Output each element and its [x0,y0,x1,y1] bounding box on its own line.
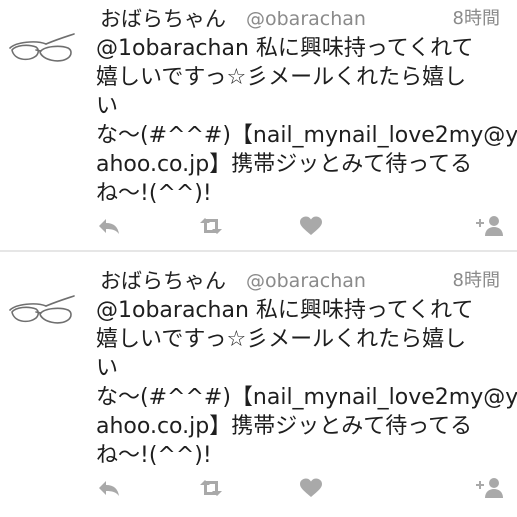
tweet-text-line: 嬉しいですっ☆彡メールくれたら嬉し [96,65,467,90]
follow-button[interactable] [473,214,505,238]
tweet-text-line: ahoo.co.jp】携帯ジッとみて待ってる [96,152,473,177]
tweet-divider [0,250,517,252]
tweet-text: @1obarachan 私に興味持ってくれて 嬉しいですっ☆彡メールくれたら嬉し… [96,34,517,208]
tweet-actions [0,470,517,506]
tweet-text-line: な〜(#^^#)【nail_mynail_love2my@y [96,385,517,410]
timeline-feed: おばらちゃん @obarachan 8時間 @1obarachan 私に興味持っ… [0,0,517,517]
user-handle[interactable]: @obarachan [246,4,366,34]
tweet-text-line: @1obarachan 私に興味持ってくれて [96,36,474,61]
like-button[interactable] [298,214,324,238]
avatar[interactable] [6,292,76,332]
reply-button[interactable] [96,214,122,238]
tweet-text: @1obarachan 私に興味持ってくれて 嬉しいですっ☆彡メールくれたら嬉し… [96,296,517,470]
display-name[interactable]: おばらちゃん [100,266,226,296]
glasses-icon [9,33,75,62]
tweet-actions [0,208,517,244]
retweet-icon [200,218,222,234]
follow-button[interactable] [473,476,505,500]
reply-button[interactable] [96,476,122,500]
tweet-timestamp[interactable]: 8時間 [453,4,500,34]
heart-icon [300,216,322,235]
tweet-text-line: @1obarachan 私に興味持ってくれて [96,298,474,323]
avatar[interactable] [6,30,76,70]
retweet-button[interactable] [198,476,224,500]
tweet-text-line: い [96,356,119,381]
reply-icon [99,481,119,496]
tweet-card[interactable]: おばらちゃん @obarachan 8時間 @1obarachan 私に興味持っ… [0,262,517,517]
tweet-card[interactable]: おばらちゃん @obarachan 8時間 @1obarachan 私に興味持っ… [0,0,517,255]
follow-user-icon [476,216,503,236]
display-name[interactable]: おばらちゃん [100,4,226,34]
retweet-button[interactable] [198,214,224,238]
tweet-text-line: ね〜!(^^)! [96,443,212,468]
tweet-header: おばらちゃん @obarachan 8時間 [100,266,510,296]
like-button[interactable] [298,476,324,500]
tweet-text-line: ahoo.co.jp】携帯ジッとみて待ってる [96,414,473,439]
tweet-text-line: ね〜!(^^)! [96,181,212,206]
reply-icon [99,219,119,234]
tweet-text-line: い [96,94,119,119]
tweet-header: おばらちゃん @obarachan 8時間 [100,4,510,34]
tweet-text-line: 嬉しいですっ☆彡メールくれたら嬉し [96,327,467,352]
heart-icon [300,478,322,497]
retweet-icon [200,480,222,496]
tweet-timestamp[interactable]: 8時間 [453,266,500,296]
user-handle[interactable]: @obarachan [246,266,366,296]
glasses-icon [9,295,75,324]
follow-user-icon [476,478,503,498]
tweet-text-line: な〜(#^^#)【nail_mynail_love2my@y [96,123,517,148]
